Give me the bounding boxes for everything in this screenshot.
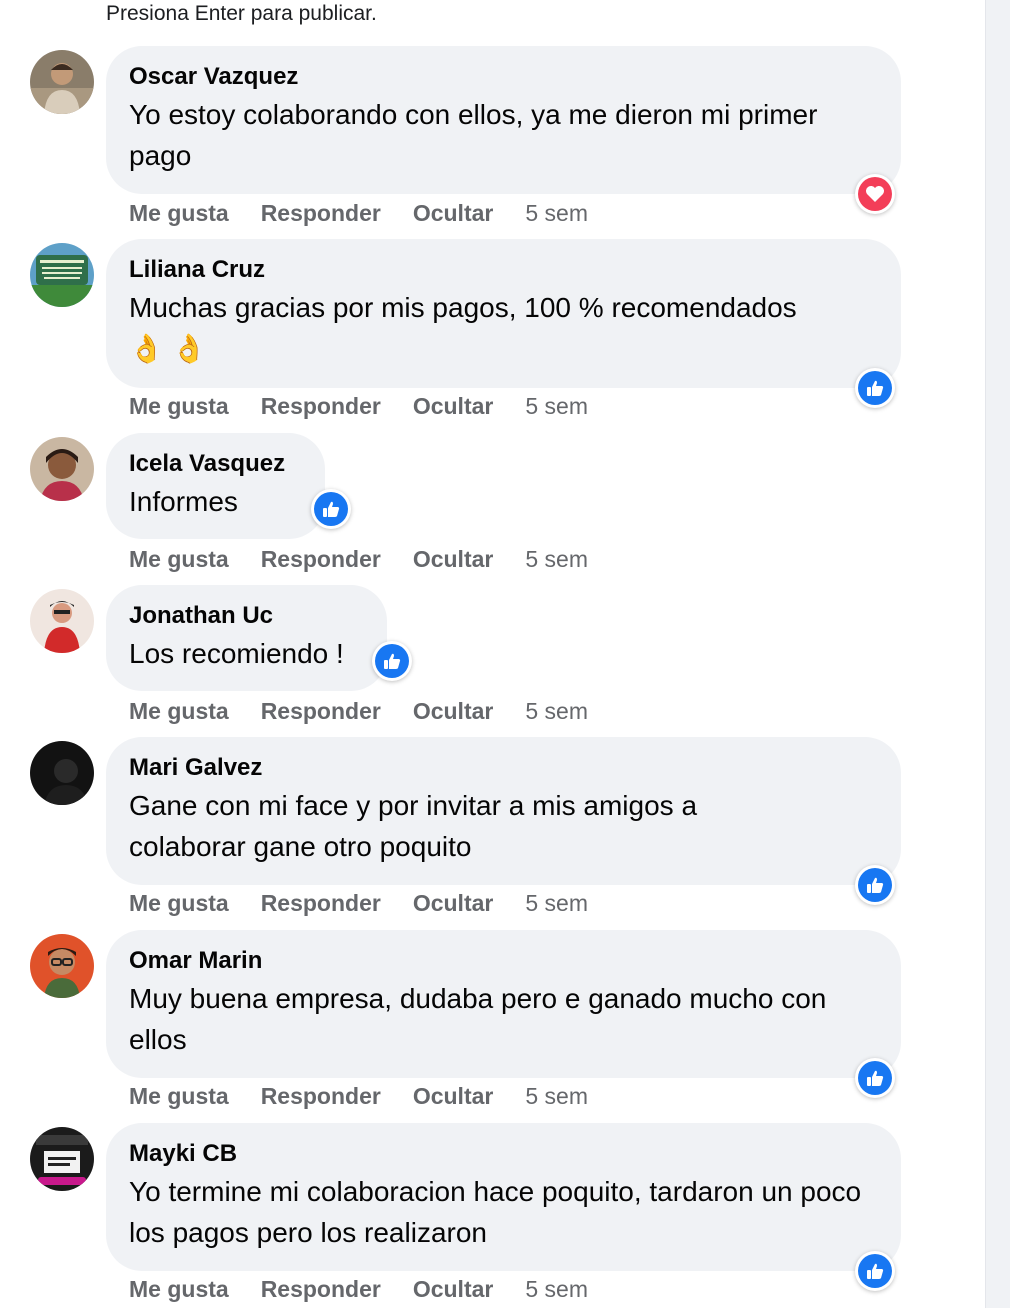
like-icon — [314, 492, 348, 526]
comment-author[interactable]: Jonathan Uc — [129, 599, 363, 633]
like-icon — [858, 868, 892, 902]
avatar[interactable] — [30, 437, 94, 501]
avatar[interactable] — [30, 741, 94, 805]
comment-text: Yo estoy colaborando con ellos, ya me di… — [129, 99, 818, 171]
comment-time[interactable]: 5 sem — [525, 546, 588, 573]
comment-actions: Me gusta Responder Ocultar 5 sem — [129, 696, 588, 726]
publish-hint: Presiona Enter para publicar. — [106, 2, 377, 25]
reaction-badge[interactable] — [855, 1251, 895, 1291]
comment-text: Gane con mi face y por invitar a mis ami… — [129, 790, 698, 862]
like-button[interactable]: Me gusta — [129, 1276, 229, 1303]
comment-author[interactable]: Icela Vasquez — [129, 447, 301, 481]
reaction-badge[interactable] — [372, 641, 412, 681]
comment-bubble: Icela Vasquez Informes — [106, 433, 325, 539]
reaction-badge[interactable] — [855, 174, 895, 214]
like-button[interactable]: Me gusta — [129, 546, 229, 573]
comment-bubble: Oscar Vazquez Yo estoy colaborando con e… — [106, 46, 901, 194]
reply-button[interactable]: Responder — [261, 698, 381, 725]
comment-bubble: Mari Galvez Gane con mi face y por invit… — [106, 737, 901, 885]
reply-button[interactable]: Responder — [261, 546, 381, 573]
comment-author[interactable]: Omar Marin — [129, 944, 877, 978]
avatar[interactable] — [30, 243, 94, 307]
comment-text: Muchas gracias por mis pagos, 100 % reco… — [129, 292, 797, 323]
comment-emoji: 👌 👌 — [129, 333, 207, 364]
reply-button[interactable]: Responder — [261, 890, 381, 917]
comment-actions: Me gusta Responder Ocultar 5 sem — [129, 391, 588, 421]
hide-button[interactable]: Ocultar — [413, 1276, 494, 1303]
comment-text: Yo termine mi colaboracion hace poquito,… — [129, 1176, 862, 1248]
hide-button[interactable]: Ocultar — [413, 393, 494, 420]
avatar[interactable] — [30, 589, 94, 653]
comment-author[interactable]: Mayki CB — [129, 1137, 877, 1171]
comment-actions: Me gusta Responder Ocultar 5 sem — [129, 198, 588, 228]
like-icon — [858, 1254, 892, 1288]
comment-actions: Me gusta Responder Ocultar 5 sem — [129, 1274, 588, 1304]
reply-button[interactable]: Responder — [261, 1083, 381, 1110]
like-icon — [375, 644, 409, 678]
reaction-badge[interactable] — [855, 1058, 895, 1098]
like-icon — [858, 1061, 892, 1095]
avatar[interactable] — [30, 1127, 94, 1191]
like-icon — [858, 371, 892, 405]
comment-time[interactable]: 5 sem — [525, 200, 588, 227]
comment-bubble: Mayki CB Yo termine mi colaboracion hace… — [106, 1123, 901, 1271]
like-button[interactable]: Me gusta — [129, 698, 229, 725]
reply-button[interactable]: Responder — [261, 1276, 381, 1303]
hide-button[interactable]: Ocultar — [413, 1083, 494, 1110]
comment-time[interactable]: 5 sem — [525, 393, 588, 420]
comment-time[interactable]: 5 sem — [525, 698, 588, 725]
comment-bubble: Liliana Cruz Muchas gracias por mis pago… — [106, 239, 901, 388]
hide-button[interactable]: Ocultar — [413, 890, 494, 917]
hide-button[interactable]: Ocultar — [413, 698, 494, 725]
hide-button[interactable]: Ocultar — [413, 200, 494, 227]
comment-text: Informes — [129, 486, 238, 517]
reaction-badge[interactable] — [855, 368, 895, 408]
comment-bubble: Jonathan Uc Los recomiendo ! — [106, 585, 387, 691]
like-button[interactable]: Me gusta — [129, 393, 229, 420]
comment-author[interactable]: Mari Galvez — [129, 751, 877, 785]
reaction-badge[interactable] — [311, 489, 351, 529]
comment-actions: Me gusta Responder Ocultar 5 sem — [129, 544, 588, 574]
comment-author[interactable]: Liliana Cruz — [129, 253, 877, 287]
hide-button[interactable]: Ocultar — [413, 546, 494, 573]
comment-time[interactable]: 5 sem — [525, 1276, 588, 1303]
comment-time[interactable]: 5 sem — [525, 890, 588, 917]
comment-author[interactable]: Oscar Vazquez — [129, 60, 877, 94]
comment-text: Muy buena empresa, dudaba pero e ganado … — [129, 983, 827, 1055]
scrollbar-track[interactable] — [985, 0, 1010, 1308]
comment-actions: Me gusta Responder Ocultar 5 sem — [129, 888, 588, 918]
reply-button[interactable]: Responder — [261, 393, 381, 420]
comment-bubble: Omar Marin Muy buena empresa, dudaba per… — [106, 930, 901, 1078]
heart-icon — [858, 177, 892, 211]
comment-actions: Me gusta Responder Ocultar 5 sem — [129, 1081, 588, 1111]
reaction-badge[interactable] — [855, 865, 895, 905]
reply-button[interactable]: Responder — [261, 200, 381, 227]
like-button[interactable]: Me gusta — [129, 890, 229, 917]
avatar[interactable] — [30, 50, 94, 114]
comment-text: Los recomiendo ! — [129, 638, 344, 669]
avatar[interactable] — [30, 934, 94, 998]
like-button[interactable]: Me gusta — [129, 1083, 229, 1110]
like-button[interactable]: Me gusta — [129, 200, 229, 227]
comment-time[interactable]: 5 sem — [525, 1083, 588, 1110]
